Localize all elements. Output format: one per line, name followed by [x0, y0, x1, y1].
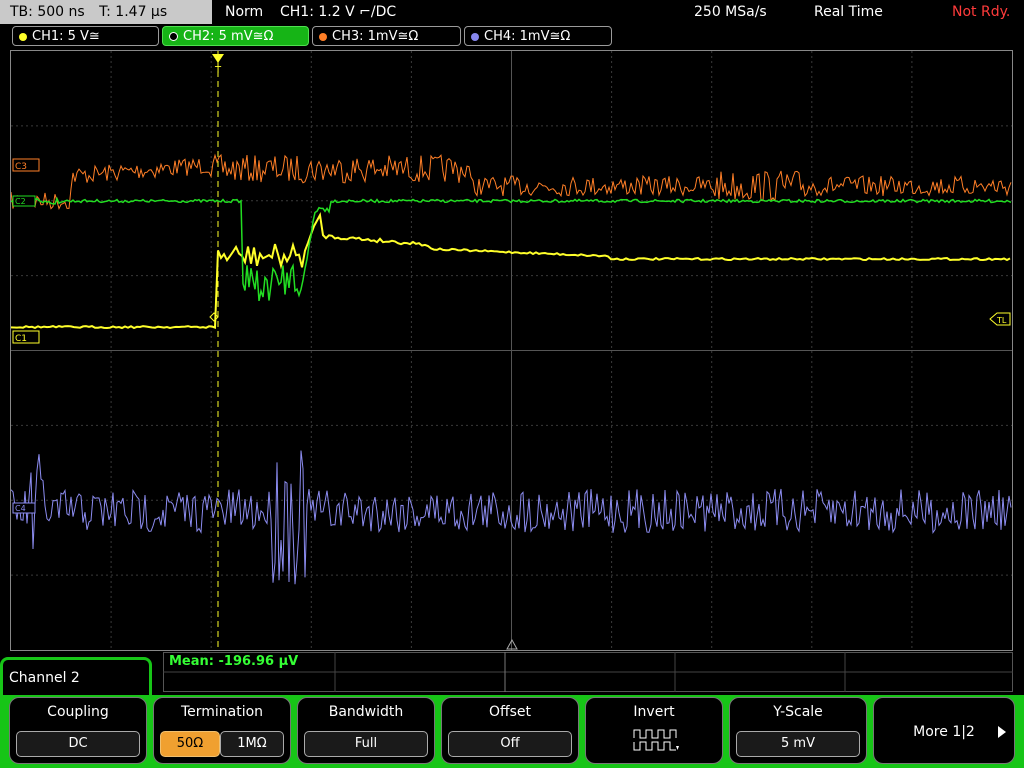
ch4-color-dot [471, 32, 479, 41]
channel-tab-ch3[interactable]: CH3: 1mV≅Ω [312, 26, 461, 46]
coupling-softkey[interactable]: Coupling DC [9, 697, 147, 764]
svg-text:T: T [214, 65, 222, 76]
ch3-level-marker[interactable]: C3 [12, 158, 40, 172]
menu-title: Channel 2 [0, 657, 152, 695]
ch2-color-dot [169, 32, 178, 41]
svg-text:C2: C2 [15, 197, 26, 206]
invert-softkey[interactable]: Invert [585, 697, 723, 764]
ch3-color-dot [319, 32, 327, 41]
termination-50ohm-option[interactable]: 50Ω [160, 731, 220, 757]
svg-text:C4: C4 [15, 504, 26, 513]
waveform-canvas: T C3 C2 C1 C4 TL [10, 51, 1012, 650]
offset-softkey[interactable]: Offset Off [441, 697, 579, 764]
bandwidth-label: Bandwidth [328, 704, 404, 720]
ch1-label: CH1: 5 V≅ [32, 29, 100, 44]
ch1-waveform [10, 212, 1011, 330]
svg-text:C3: C3 [15, 162, 27, 172]
trigger-level-marker[interactable]: TL [989, 312, 1011, 326]
ch4-label: CH4: 1mV≅Ω [484, 29, 571, 44]
chevron-right-icon [998, 726, 1006, 738]
coupling-label: Coupling [47, 704, 109, 720]
ch1-color-dot [19, 32, 27, 41]
offset-value[interactable]: Off [448, 731, 572, 757]
termination-1mohm-option[interactable]: 1MΩ [220, 731, 284, 757]
graticule [11, 51, 1012, 650]
coupling-value[interactable]: DC [16, 731, 140, 757]
y-scale-softkey[interactable]: Y-Scale 5 mV [729, 697, 867, 764]
ch1-level-marker[interactable]: C1 [12, 330, 40, 344]
timebase-value: TB: 500 ns [10, 4, 85, 20]
channel-tab-ch2[interactable]: CH2: 5 mV≅Ω [162, 26, 309, 46]
svg-text:C1: C1 [15, 334, 27, 344]
termination-softkey[interactable]: Termination 50Ω 1MΩ [153, 697, 291, 764]
ch3-label: CH3: 1mV≅Ω [332, 29, 419, 44]
acquisition-state: Not Rdy. [952, 4, 1011, 20]
invert-waveform-icon [633, 729, 679, 751]
invert-label: Invert [633, 704, 675, 720]
waveform-display[interactable]: T C3 C2 C1 C4 TL [10, 50, 1013, 651]
more-label: More 1|2 [913, 724, 975, 740]
channel-tabs: CH1: 5 V≅ CH2: 5 mV≅Ω CH3: 1mV≅Ω CH4: 1m… [0, 26, 1024, 48]
offset-label: Offset [488, 704, 532, 720]
more-softkey[interactable]: More 1|2 [873, 697, 1015, 764]
trigger-source[interactable]: CH1: 1.2 V ⌐/DC [280, 0, 396, 24]
y-scale-value[interactable]: 5 mV [736, 731, 860, 757]
acquisition-mode: Real Time [814, 4, 883, 20]
trigger-mode[interactable]: Norm [225, 0, 263, 24]
bandwidth-softkey[interactable]: Bandwidth Full [297, 697, 435, 764]
channel-tab-ch4[interactable]: CH4: 1mV≅Ω [464, 26, 612, 46]
y-scale-label: Y-Scale [773, 704, 823, 720]
channel-tab-ch1[interactable]: CH1: 5 V≅ [12, 26, 159, 46]
timebase-box[interactable]: TB: 500 ns T: 1.47 µs [0, 0, 212, 24]
trigger-marker-icon[interactable]: T [212, 54, 224, 76]
ch2-level-marker[interactable]: C2 [12, 195, 36, 207]
sample-rate: 250 MSa/s [694, 4, 767, 20]
ch2-label: CH2: 5 mV≅Ω [183, 29, 274, 44]
softkey-bar: Coupling DC Termination 50Ω 1MΩ Bandwidt… [0, 695, 1024, 768]
status-bar: TB: 500 ns T: 1.47 µs Norm CH1: 1.2 V ⌐/… [0, 0, 1024, 24]
mean-measurement: Mean: -196.96 µV [169, 654, 299, 669]
measurement-panel: Mean: -196.96 µV [163, 652, 1013, 692]
bandwidth-value[interactable]: Full [304, 731, 428, 757]
trigger-time-value: T: 1.47 µs [99, 4, 168, 20]
ch4-level-marker[interactable]: C4 [12, 502, 36, 514]
svg-text:TL: TL [996, 316, 1007, 325]
termination-label: Termination [180, 704, 264, 720]
